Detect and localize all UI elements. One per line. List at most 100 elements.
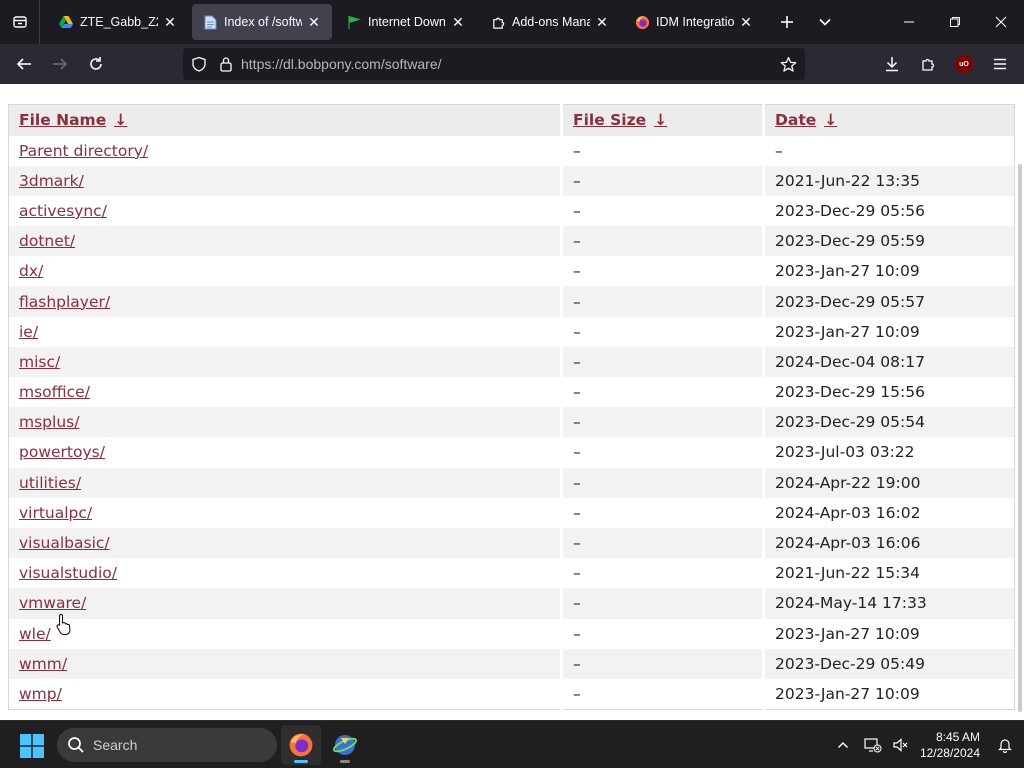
- sort-arrow-icon: ↓: [114, 111, 128, 130]
- close-tab-icon[interactable]: ✕: [450, 14, 466, 30]
- close-tab-icon[interactable]: ✕: [162, 14, 178, 30]
- table-row: msplus/ –2023-Dec-29 05:54: [8, 407, 1015, 438]
- directory-link[interactable]: activesync/: [19, 202, 107, 220]
- minimize-icon: [904, 21, 914, 23]
- reload-button[interactable]: [78, 48, 114, 80]
- search-label: Search: [93, 737, 138, 753]
- directory-link[interactable]: msoffice/: [19, 383, 90, 401]
- table-row: visualstudio/ –2021-Jun-22 15:34: [8, 558, 1015, 589]
- minimize-button[interactable]: [886, 0, 932, 44]
- directory-link[interactable]: wmp/: [19, 685, 62, 703]
- list-all-tabs-button[interactable]: [806, 0, 844, 44]
- directory-listing-table: File Name ↓ File Size ↓ Date ↓ Parent direc…: [8, 104, 1015, 710]
- forward-button[interactable]: [42, 48, 78, 80]
- lock-icon[interactable]: [219, 56, 233, 72]
- taskbar-firefox-button[interactable]: [281, 725, 321, 765]
- listing-body: Parent directory/– –3dmark/–2021-Jun-22 1…: [8, 135, 1015, 710]
- directory-link[interactable]: msplus/: [19, 413, 79, 431]
- directory-link[interactable]: vmware/: [19, 594, 86, 612]
- directory-link[interactable]: virtualpc/: [19, 504, 92, 522]
- directory-link[interactable]: wle/: [19, 625, 51, 643]
- new-tab-button[interactable]: [768, 0, 806, 44]
- date-cell: 2023-Jan-27 10:09: [775, 684, 920, 703]
- date-cell: 2023-Dec-29 15:56: [775, 383, 925, 402]
- taskbar-idm-button[interactable]: [325, 725, 365, 765]
- notifications-button[interactable]: [992, 729, 1018, 761]
- directory-link[interactable]: misc/: [19, 353, 60, 371]
- network-offline-icon: [864, 738, 882, 753]
- sort-by-date-link[interactable]: Date ↓: [775, 111, 837, 129]
- volume-button[interactable]: [888, 729, 912, 761]
- start-button[interactable]: [20, 734, 44, 758]
- tab-index-of-software[interactable]: Index of /softwa ✕: [192, 4, 332, 40]
- file-name-cell: wmm/: [8, 648, 563, 679]
- file-name-cell: flashplayer/: [8, 286, 563, 317]
- table-row: virtualpc/ –2024-Apr-03 16:02: [8, 497, 1015, 528]
- page-content: File Name ↓ File Size ↓ Date ↓ Parent direc…: [0, 84, 1024, 720]
- tab-add-ons-manager[interactable]: Add-ons Manag ✕: [480, 4, 620, 40]
- table-row: wmm/ –2023-Dec-29 05:49: [8, 648, 1015, 679]
- directory-link[interactable]: utilities/: [19, 474, 81, 492]
- table-row: activesync/ –2023-Dec-29 05:56: [8, 195, 1015, 227]
- restore-icon: [950, 17, 960, 27]
- file-name-cell: activesync/: [8, 195, 563, 227]
- date-header-label: Date: [775, 111, 817, 130]
- table-row: wle/ –2023-Jan-27 10:09: [8, 618, 1015, 649]
- directory-link[interactable]: dx/: [19, 262, 43, 280]
- date-cell: 2023-Dec-29 05:49: [763, 648, 1015, 679]
- back-arrow-icon: [16, 58, 31, 70]
- file-name-cell: misc/: [8, 346, 563, 377]
- back-button[interactable]: [6, 48, 42, 80]
- date-cell: 2023-Jan-27 10:09: [775, 322, 920, 341]
- green-flag-icon: [346, 14, 362, 30]
- file-name-cell: virtualpc/: [8, 497, 563, 528]
- ublock-badge-text: uO: [959, 60, 969, 68]
- url-text[interactable]: https://dl.bobpony.com/software/: [241, 56, 442, 72]
- date-cell: 2023-Dec-29 05:59: [763, 226, 1015, 257]
- table-header-row: File Name ↓ File Size ↓ Date ↓: [8, 104, 1015, 136]
- table-row: ie/ –2023-Jan-27 10:09: [8, 316, 1015, 347]
- directory-link[interactable]: ie/: [19, 323, 38, 341]
- app-menu-button[interactable]: [982, 48, 1018, 80]
- directory-link[interactable]: Parent directory/: [19, 142, 148, 160]
- directory-link[interactable]: wmm/: [19, 655, 67, 673]
- extensions-button[interactable]: [910, 48, 946, 80]
- ublock-origin-button[interactable]: uO: [946, 48, 982, 80]
- close-tab-icon[interactable]: ✕: [594, 14, 610, 30]
- tracking-protection-shield-icon[interactable]: [191, 56, 207, 72]
- tab-internet-download-manager[interactable]: Internet Downlo ✕: [336, 4, 476, 40]
- file-size-cell: –: [561, 527, 765, 559]
- close-tab-icon[interactable]: ✕: [738, 14, 754, 30]
- directory-link[interactable]: 3dmark/: [19, 172, 84, 190]
- table-row: vmware/ –2024-May-14 17:33: [8, 588, 1015, 619]
- directory-link[interactable]: visualstudio/: [19, 564, 117, 582]
- tab-zte-gabb[interactable]: ZTE_Gabb_Z2_M ✕: [48, 4, 188, 40]
- network-button[interactable]: [858, 729, 888, 761]
- restore-button[interactable]: [932, 0, 978, 44]
- file-size-cell: –: [561, 226, 765, 257]
- sort-by-name-link[interactable]: File Name ↓: [19, 111, 127, 129]
- firefox-view-icon: [12, 16, 27, 28]
- bookmark-star-icon[interactable]: [780, 56, 797, 73]
- tab-title: Index of /softwa: [224, 15, 302, 29]
- downloads-button[interactable]: [874, 48, 910, 80]
- file-name-header-label: File Name: [19, 111, 107, 130]
- ublock-origin-icon: uO: [955, 55, 973, 73]
- close-window-button[interactable]: [978, 0, 1024, 44]
- tab-title: ZTE_Gabb_Z2_M: [80, 15, 158, 29]
- directory-link[interactable]: dotnet/: [19, 232, 75, 250]
- file-name-cell: visualbasic/: [8, 527, 563, 559]
- taskbar-search-box[interactable]: Search: [57, 728, 277, 762]
- firefox-view-button[interactable]: [0, 0, 40, 44]
- show-hidden-icons-button[interactable]: [828, 729, 858, 761]
- directory-link[interactable]: visualbasic/: [19, 534, 110, 552]
- address-bar[interactable]: https://dl.bobpony.com/software/: [183, 48, 805, 80]
- taskbar-clock[interactable]: 8:45 AM 12/28/2024: [920, 729, 980, 761]
- vertical-scrollbar[interactable]: [1018, 164, 1022, 712]
- sort-by-size-link[interactable]: File Size ↓: [573, 111, 667, 129]
- directory-link[interactable]: flashplayer/: [19, 293, 110, 311]
- close-tab-icon[interactable]: ✕: [306, 14, 322, 30]
- navigation-toolbar: https://dl.bobpony.com/software/ uO: [0, 44, 1024, 84]
- directory-link[interactable]: powertoys/: [19, 443, 105, 461]
- tab-idm-integration[interactable]: IDM Integration ✕: [624, 4, 764, 40]
